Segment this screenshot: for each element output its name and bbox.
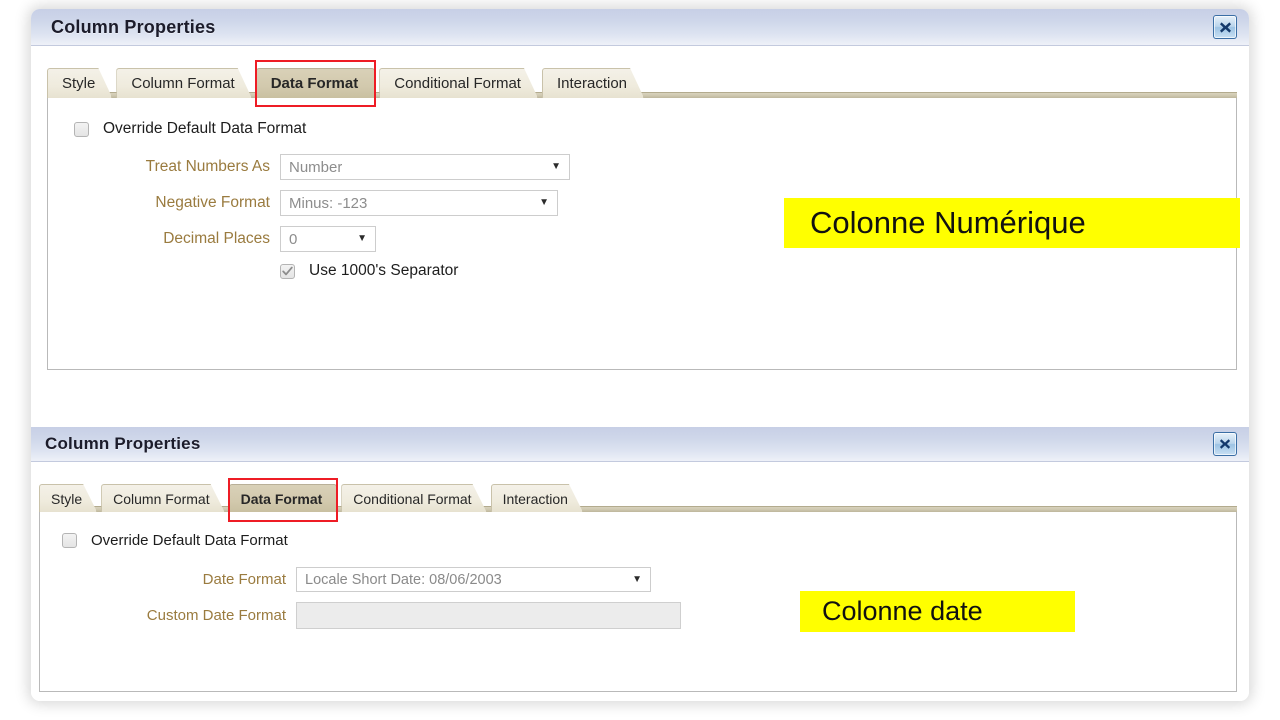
dialog-title: Column Properties [45, 434, 201, 453]
tab-conditional-format[interactable]: Conditional Format [341, 484, 486, 512]
tab-label: Conditional Format [353, 490, 472, 507]
override-default-data-format-label: Override Default Data Format [103, 120, 307, 137]
tab-label: Interaction [502, 490, 568, 507]
tab-style[interactable]: Style [39, 484, 97, 512]
treat-numbers-as-select[interactable]: Number ▼ [280, 154, 570, 180]
tab-label: Data Format [240, 490, 323, 507]
use-1000s-separator-label: Use 1000's Separator [309, 262, 459, 279]
custom-date-format-label: Custom Date Format [146, 607, 286, 624]
select-value: 0 [289, 230, 298, 248]
negative-format-label: Negative Format [155, 194, 270, 211]
use-1000s-separator-checkbox[interactable] [280, 263, 295, 279]
column-properties-dialog-date: Column Properties Style Column Format Da… [31, 427, 1249, 701]
panel-content: Override Default Data Format Date Format… [40, 512, 1236, 632]
tab-interaction[interactable]: Interaction [542, 68, 644, 98]
data-format-panel: Override Default Data Format Date Format… [39, 512, 1237, 692]
override-default-data-format-row: Override Default Data Format [74, 120, 1236, 138]
tab-column-format[interactable]: Column Format [101, 484, 224, 512]
screenshot-root: Column Properties Style Column Format Da… [0, 0, 1280, 720]
date-format-row: Date Format Locale Short Date: 08/06/200… [62, 567, 1236, 592]
close-icon[interactable] [1213, 432, 1237, 456]
treat-numbers-as-label: Treat Numbers As [145, 158, 270, 175]
panel-content: Override Default Data Format Treat Numbe… [48, 98, 1240, 280]
dialog-titlebar: Column Properties [31, 427, 1249, 462]
tab-label: Style [62, 75, 96, 92]
decimal-places-select[interactable]: 0 ▼ [280, 226, 376, 252]
tab-label: Data Format [270, 75, 359, 92]
tab-data-format[interactable]: Data Format [254, 60, 377, 107]
annotation-text: Colonne Numérique [810, 205, 1086, 240]
chevron-down-icon: ▼ [357, 233, 367, 244]
tab-label: Style [51, 490, 83, 507]
date-format-label: Date Format [202, 571, 286, 588]
tab-conditional-format[interactable]: Conditional Format [379, 68, 538, 98]
tab-label: Column Format [131, 75, 235, 92]
tab-column-format[interactable]: Column Format [116, 68, 251, 98]
tab-label: Column Format [113, 490, 210, 507]
select-value: Locale Short Date: 08/06/2003 [305, 571, 502, 588]
tab-strip: Style Column Format Data Format Conditio… [31, 472, 1249, 522]
negative-format-select[interactable]: Minus: -123 ▼ [280, 190, 558, 216]
dialog-title: Column Properties [51, 16, 216, 37]
custom-date-format-input[interactable] [296, 602, 681, 629]
tab-label: Conditional Format [394, 75, 521, 92]
override-default-data-format-checkbox[interactable] [62, 533, 77, 548]
close-icon[interactable] [1213, 15, 1237, 39]
tab-data-format[interactable]: Data Format [227, 478, 339, 522]
select-value: Minus: -123 [289, 194, 368, 212]
tab-interaction[interactable]: Interaction [491, 484, 583, 512]
date-format-select[interactable]: Locale Short Date: 08/06/2003 ▼ [296, 567, 651, 592]
tab-strip: Style Column Format Data Format Conditio… [31, 58, 1249, 107]
treat-numbers-as-row: Treat Numbers As Number ▼ [74, 154, 1236, 180]
data-format-panel: Override Default Data Format Treat Numbe… [47, 98, 1240, 370]
tab-style[interactable]: Style [47, 68, 112, 98]
chevron-down-icon: ▼ [551, 161, 561, 172]
tab-label: Interaction [556, 75, 628, 92]
annotation-colonne-numerique: Colonne Numérique [784, 198, 1240, 248]
column-properties-dialog-numeric: Column Properties Style Column Format Da… [31, 9, 1249, 395]
annotation-text: Colonne date [822, 596, 983, 626]
chevron-down-icon: ▼ [539, 197, 549, 208]
chevron-down-icon: ▼ [632, 573, 642, 585]
slide-frame: Column Properties Style Column Format Da… [31, 9, 1249, 701]
decimal-places-label: Decimal Places [163, 230, 270, 247]
use-1000s-separator-row: Use 1000's Separator [74, 262, 1236, 280]
override-default-data-format-label: Override Default Data Format [91, 532, 288, 549]
dialog-titlebar: Column Properties [31, 9, 1249, 46]
select-value: Number [289, 158, 343, 176]
override-default-data-format-checkbox[interactable] [74, 121, 89, 137]
annotation-colonne-date: Colonne date [800, 591, 1075, 632]
override-default-data-format-row: Override Default Data Format [62, 532, 1236, 549]
